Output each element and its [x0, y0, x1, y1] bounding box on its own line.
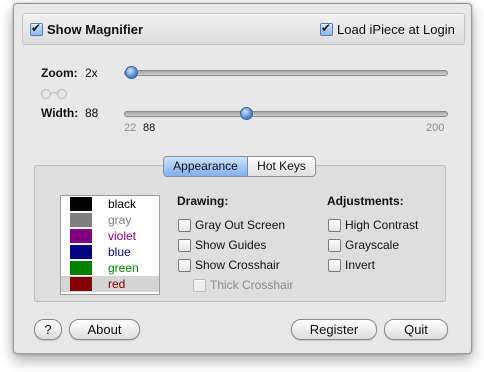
color-name: red: [108, 277, 126, 291]
help-button[interactable]: ?: [34, 319, 62, 340]
zoom-value: 2x: [85, 66, 98, 80]
thick-crosshair-checkbox[interactable]: [193, 279, 206, 292]
high-contrast-checkbox[interactable]: [328, 219, 341, 232]
register-button[interactable]: Register: [291, 319, 377, 340]
width-max-label: 200: [426, 122, 445, 134]
high-contrast-label: High Contrast: [345, 218, 419, 232]
width-label: Width:: [41, 106, 79, 120]
grayscale-label: Grayscale: [345, 238, 400, 252]
tab-appearance[interactable]: Appearance: [164, 157, 248, 176]
grayscale-checkbox[interactable]: [328, 239, 341, 252]
color-swatch: [70, 213, 92, 227]
show-guides-checkbox[interactable]: [178, 239, 191, 252]
color-item-black[interactable]: black: [61, 196, 159, 212]
invert-label: Invert: [345, 258, 376, 272]
zoom-label: Zoom:: [41, 66, 78, 80]
color-name: green: [108, 261, 139, 275]
width-min-label: 22: [124, 122, 137, 134]
color-swatch: [70, 277, 92, 291]
load-at-login-checkbox[interactable]: [320, 21, 333, 36]
color-swatch: [70, 245, 92, 259]
width-current-label: 88: [143, 122, 156, 134]
quit-button[interactable]: Quit: [384, 319, 448, 340]
zoom-slider-thumb[interactable]: [125, 66, 138, 79]
glasses-icon: [40, 88, 68, 100]
color-list[interactable]: black gray violet blue green red: [60, 195, 160, 295]
width-value: 88: [85, 106, 99, 120]
show-crosshair-label: Show Crosshair: [195, 258, 280, 272]
color-name: violet: [108, 229, 137, 243]
show-magnifier-checkbox[interactable]: [30, 21, 43, 36]
tab-bar: Appearance Hot Keys: [163, 156, 316, 177]
zoom-slider-track[interactable]: [124, 70, 448, 76]
color-name: black: [108, 197, 137, 211]
color-name: gray: [108, 213, 132, 227]
color-name: blue: [108, 245, 131, 259]
color-swatch: [70, 229, 92, 243]
color-item-gray[interactable]: gray: [61, 212, 159, 228]
about-button[interactable]: About: [69, 319, 140, 340]
width-slider-track[interactable]: [124, 111, 448, 117]
tab-hot-keys[interactable]: Hot Keys: [248, 157, 315, 176]
thick-crosshair-label: Thick Crosshair: [210, 278, 294, 292]
color-item-red[interactable]: red: [61, 276, 159, 292]
color-item-violet[interactable]: violet: [61, 228, 159, 244]
color-swatch: [70, 197, 92, 211]
width-slider-thumb[interactable]: [240, 107, 253, 120]
show-guides-label: Show Guides: [195, 238, 267, 252]
load-at-login-label: Load iPiece at Login: [337, 22, 455, 37]
color-item-green[interactable]: green: [61, 260, 159, 276]
top-options-bar: Show Magnifier Load iPiece at Login: [22, 13, 465, 45]
color-item-blue[interactable]: blue: [61, 244, 159, 260]
gray-out-screen-label: Gray Out Screen: [195, 218, 286, 232]
color-swatch: [70, 261, 92, 275]
adjustments-heading: Adjustments:: [327, 194, 404, 208]
magnifier-preferences-window: Show Magnifier Load iPiece at Login Zoom…: [13, 3, 472, 354]
invert-checkbox[interactable]: [328, 259, 341, 272]
drawing-heading: Drawing:: [177, 194, 229, 208]
show-crosshair-checkbox[interactable]: [178, 259, 191, 272]
show-magnifier-label: Show Magnifier: [47, 22, 144, 37]
gray-out-screen-checkbox[interactable]: [178, 219, 191, 232]
